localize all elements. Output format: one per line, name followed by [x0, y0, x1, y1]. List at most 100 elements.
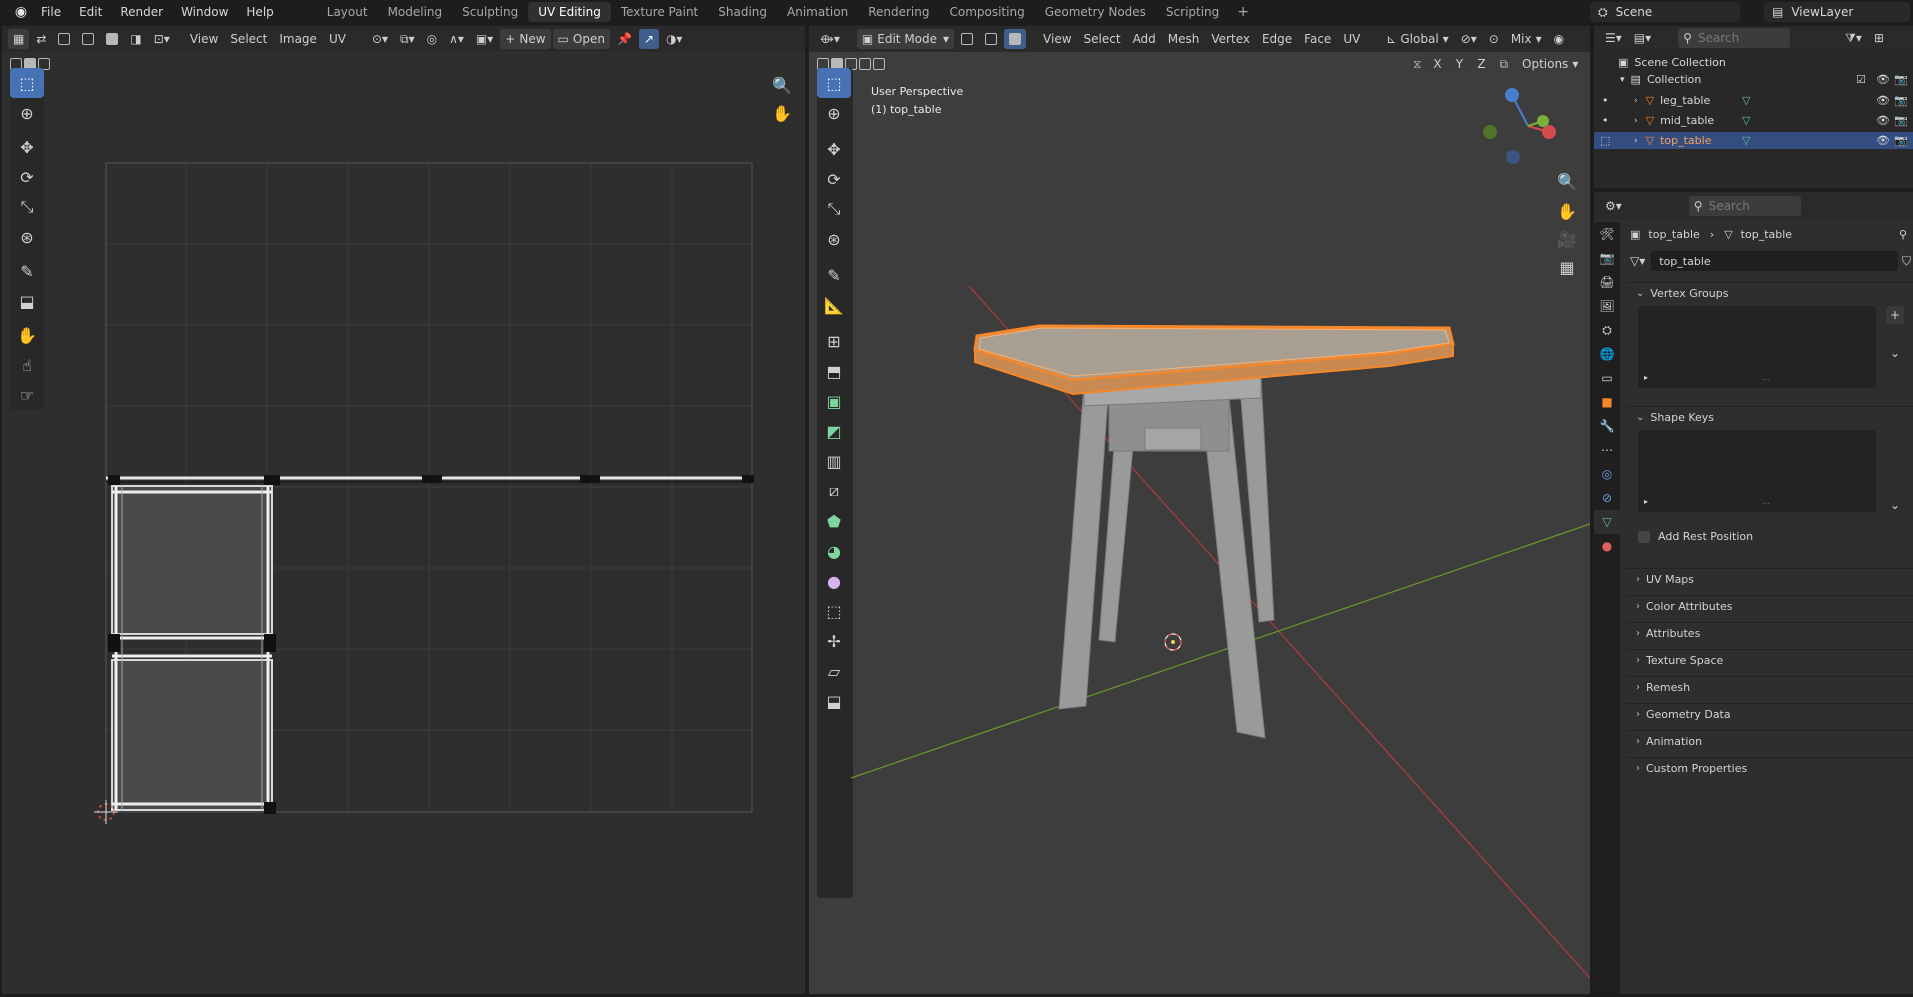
navigation-gizmo-icon	[1483, 88, 1556, 164]
eye-icon[interactable]: 👁	[1876, 114, 1890, 127]
outliner-object-row[interactable]: • › ▽ leg_table ▽ 👁 📷	[1594, 92, 1913, 109]
tab-shading[interactable]: Shading	[708, 2, 777, 22]
view-layer-selector[interactable]: ▤ ViewLayer	[1764, 2, 1910, 22]
display-mode-icon[interactable]: ▤▾	[1629, 28, 1656, 48]
mesh-name-field[interactable]: top_table	[1651, 251, 1898, 271]
world-tab-icon[interactable]: 🌐	[1594, 342, 1620, 366]
object-tab-icon[interactable]: ■	[1594, 390, 1620, 414]
chevron-right-icon: ›	[1636, 736, 1640, 747]
scene-tab-icon[interactable]: ⛭	[1594, 318, 1620, 342]
collection-row[interactable]: ▾ ▤ Collection ☑ 👁 📷	[1594, 71, 1913, 88]
outliner-object-row-selected[interactable]: ⬚ › ▽ top_table ▽ 👁 📷	[1594, 132, 1913, 149]
tab-sculpting[interactable]: Sculpting	[452, 2, 528, 22]
camera-icon[interactable]: 📷	[1894, 94, 1908, 107]
add-vertex-group-button[interactable]: +	[1886, 306, 1904, 324]
particles-tab-icon[interactable]: ⋯	[1594, 438, 1620, 462]
eye-icon[interactable]: 👁	[1876, 73, 1890, 86]
menu-edit[interactable]: Edit	[70, 0, 111, 24]
shape-key-menu-icon[interactable]: ⌄	[1886, 496, 1904, 514]
camera-icon[interactable]: 📷	[1894, 134, 1908, 147]
tab-texture-paint[interactable]: Texture Paint	[611, 2, 708, 22]
mesh-object-icon: ▽	[1645, 134, 1655, 147]
collection-icon: ▤	[1630, 73, 1641, 86]
chevron-right-icon: ›	[1636, 601, 1640, 612]
vertex-group-menu-icon[interactable]: ⌄	[1886, 344, 1904, 362]
3d-viewport[interactable]: ⟴▾ ▣ Edit Mode ▾ View Select Add Mesh Ve…	[809, 26, 1590, 994]
tab-scripting[interactable]: Scripting	[1156, 2, 1229, 22]
panel-custom-properties-header[interactable]: › Custom Properties	[1626, 757, 1913, 779]
menu-file[interactable]: File	[32, 0, 70, 24]
panel-texture-space-label: Texture Space	[1646, 654, 1724, 667]
tab-rendering[interactable]: Rendering	[858, 2, 939, 22]
panel-texture-space-header[interactable]: › Texture Space	[1626, 649, 1913, 671]
breadcrumb: ▣ top_table › ▽ top_table ⚲	[1630, 222, 1913, 246]
shape-keys-list[interactable]: ▸ ⋯	[1638, 430, 1876, 512]
panel-color-attributes-header[interactable]: › Color Attributes	[1626, 595, 1913, 617]
vertex-groups-list[interactable]: ▸ ⋯	[1638, 306, 1876, 388]
outliner-search-field[interactable]: ⚲ Search	[1678, 28, 1791, 48]
material-tab-icon[interactable]: ●	[1594, 534, 1620, 558]
pin-icon[interactable]: ⚲	[1899, 228, 1907, 241]
new-collection-icon[interactable]: ⊞	[1869, 28, 1889, 48]
constraints-tab-icon[interactable]: ⊘	[1594, 486, 1620, 510]
add-workspace-button[interactable]: +	[1229, 4, 1257, 20]
output-tab-icon[interactable]: 🖨	[1594, 270, 1620, 294]
modifier-tab-icon[interactable]: 🔧	[1594, 414, 1620, 438]
grip-icon[interactable]: ⋯	[1762, 375, 1770, 384]
view-layer-tab-icon[interactable]: 🖼	[1594, 294, 1620, 318]
panel-attributes-label: Attributes	[1646, 627, 1701, 640]
camera-icon[interactable]: 📷	[1894, 73, 1908, 86]
render-tab-icon[interactable]: 📷	[1594, 246, 1620, 270]
grip-icon[interactable]: ⋯	[1762, 499, 1770, 508]
properties-editor: ⚙▾ ⚲ Search 🛠 📷 🖨 🖼 ⛭ 🌐 ▭ ■ 🔧 ⋯ ◎ ⊘ ▽ ● …	[1594, 192, 1913, 994]
eye-icon[interactable]: 👁	[1876, 134, 1890, 147]
chevron-right-icon: ›	[1636, 763, 1640, 774]
physics-tab-icon[interactable]: ◎	[1594, 462, 1620, 486]
ortho-grid-icon[interactable]: ▦	[1550, 252, 1584, 282]
uv-editor[interactable]: ▦ ⇄ ◨ ⊡▾ View Select Image UV ⊙▾ ⧉▾ ◎ ∧▾…	[2, 26, 805, 994]
mesh-browse-icon[interactable]: ▽▾	[1630, 254, 1645, 268]
tab-layout[interactable]: Layout	[317, 2, 378, 22]
scene-collection-row[interactable]: ▣ Scene Collection	[1594, 54, 1913, 71]
checkbox-icon[interactable]: ☑	[1856, 73, 1866, 86]
collection-tab-icon[interactable]: ▭	[1594, 366, 1620, 390]
menu-help[interactable]: Help	[237, 0, 282, 24]
properties-search-field[interactable]: ⚲ Search	[1688, 196, 1801, 216]
mesh-object-icon: ▽	[1645, 94, 1655, 107]
panel-animation-header[interactable]: › Animation	[1626, 730, 1913, 752]
camera-view-icon[interactable]: 🎥	[1550, 224, 1584, 254]
tab-compositing[interactable]: Compositing	[939, 2, 1034, 22]
blender-logo-icon[interactable]: ◉	[10, 1, 32, 23]
scene-selector[interactable]: ⛭ Scene	[1590, 2, 1740, 22]
tab-modeling[interactable]: Modeling	[378, 2, 453, 22]
fake-user-shield-icon[interactable]: ⛉	[1902, 254, 1911, 269]
add-rest-position-checkbox[interactable]	[1638, 530, 1650, 543]
pan-hand-icon[interactable]: ✋	[1550, 196, 1584, 226]
object-name-mid: mid_table	[1660, 114, 1715, 127]
panel-shape-keys-header[interactable]: ⌄ Shape Keys	[1626, 406, 1913, 428]
chevron-right-icon: ›	[1709, 227, 1715, 241]
tab-uv-editing[interactable]: UV Editing	[528, 2, 611, 22]
panel-remesh-header[interactable]: › Remesh	[1626, 676, 1913, 698]
panel-geometry-data-header[interactable]: › Geometry Data	[1626, 703, 1913, 725]
tab-geometry-nodes[interactable]: Geometry Nodes	[1035, 2, 1156, 22]
camera-icon[interactable]: 📷	[1894, 114, 1908, 127]
menu-window[interactable]: Window	[172, 0, 237, 24]
outliner-object-row[interactable]: • › ▽ mid_table ▽ 👁 📷	[1594, 112, 1913, 129]
panel-uv-maps-header[interactable]: › UV Maps	[1626, 568, 1913, 590]
uv-canvas[interactable]	[2, 26, 805, 994]
panel-vertex-groups-header[interactable]: ⌄ Vertex Groups	[1626, 282, 1913, 304]
mesh-data-tab-icon[interactable]: ▽	[1594, 510, 1620, 534]
outliner-editor-type-icon[interactable]: ☰▾	[1600, 28, 1627, 48]
zoom-icon[interactable]: 🔍	[1550, 166, 1584, 196]
chevron-down-icon: ⌄	[1636, 412, 1645, 423]
filter-icon[interactable]: ⧩▾	[1840, 28, 1867, 48]
mesh-data-icon: ▽	[1742, 114, 1751, 127]
menu-render[interactable]: Render	[111, 0, 172, 24]
tab-animation[interactable]: Animation	[777, 2, 858, 22]
properties-editor-type-icon[interactable]: ⚙▾	[1600, 196, 1627, 216]
eye-icon[interactable]: 👁	[1876, 94, 1890, 107]
viewport-scene[interactable]	[809, 26, 1590, 994]
panel-attributes-header[interactable]: › Attributes	[1626, 622, 1913, 644]
tool-tab-icon[interactable]: 🛠	[1594, 222, 1620, 246]
